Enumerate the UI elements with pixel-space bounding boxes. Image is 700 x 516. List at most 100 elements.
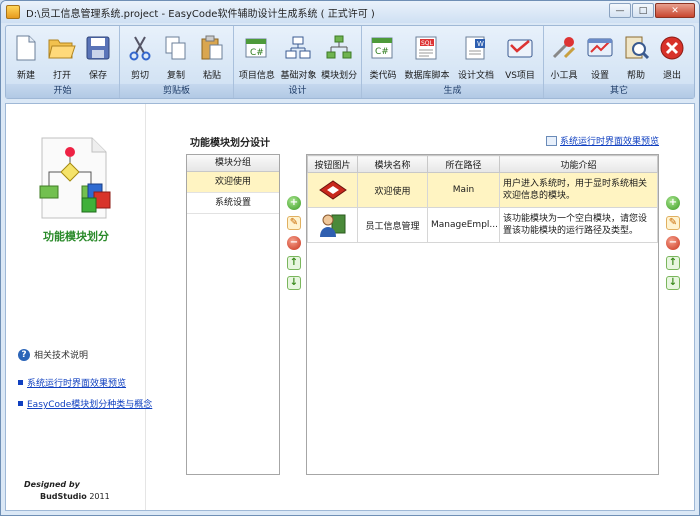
delete-module-button[interactable]: − (666, 236, 680, 250)
preview-runtime-link-label: 系统运行时界面效果预览 (27, 379, 127, 389)
group-label-design: 设计 (234, 84, 361, 98)
cut-button[interactable]: 剪切 (122, 28, 158, 84)
save-label: 保存 (88, 71, 107, 81)
col-header-desc[interactable]: 功能介绍 (499, 155, 658, 173)
open-button[interactable]: 打开 (44, 28, 80, 84)
studio-credit: BudStudio 2011 (40, 492, 110, 501)
preview-runtime-link[interactable]: 系统运行时界面效果预览 (18, 376, 126, 389)
help-button[interactable]: 帮助 (618, 28, 654, 84)
add-module-button[interactable]: + (666, 196, 680, 210)
move-group-down-button[interactable]: ↓ (287, 276, 301, 290)
row-name: 欢迎使用 (357, 172, 428, 208)
module-division-icon (324, 32, 354, 64)
col-header-name[interactable]: 模块名称 (357, 155, 428, 173)
runtime-preview-link[interactable]: 系统运行时界面效果预览 (546, 134, 659, 147)
ribbon-group-generate: C# 类代码 SQL 数据库脚本 W 设计文档 VS项目 生成 (362, 26, 544, 98)
move-module-up-button[interactable]: ↑ (666, 256, 680, 270)
add-group-button[interactable]: + (287, 196, 301, 210)
sql-script-button[interactable]: SQL 数据库脚本 (402, 28, 452, 84)
move-group-up-button[interactable]: ↑ (287, 256, 301, 270)
exit-button[interactable]: 退出 (654, 28, 690, 84)
close-button[interactable]: ✕ (655, 3, 695, 18)
design-doc-button[interactable]: W 设计文档 (452, 28, 500, 84)
table-row[interactable]: 欢迎使用 Main 用户进入系统时，用于显时系统相关欢迎信息的模块。 (307, 172, 658, 208)
open-label: 打开 (52, 71, 71, 81)
exit-icon (657, 32, 687, 64)
col-header-path[interactable]: 所在路径 (427, 155, 500, 173)
maximize-button[interactable]: □ (632, 3, 654, 18)
table-row[interactable]: 员工信息管理 ManageEmpl... 该功能模块为一个空白模块，请您设置该功… (307, 207, 658, 243)
settings-button[interactable]: 设置 (582, 28, 618, 84)
studio-name: BudStudio (40, 492, 87, 501)
move-module-down-button[interactable]: ↓ (666, 276, 680, 290)
new-label: 新建 (16, 71, 35, 81)
group-item-settings[interactable]: 系统设置 (187, 193, 279, 214)
tools-button[interactable]: 小工具 (546, 28, 582, 84)
settings-label: 设置 (590, 71, 609, 81)
help-icon (621, 32, 651, 64)
group-actions: + ✎ − ↑ ↓ (287, 196, 301, 290)
row-desc-text: 用户进入系统时，用于显时系统相关欢迎信息的模块。 (503, 179, 648, 201)
base-object-label: 基础对象 (280, 71, 317, 81)
col-header-icon[interactable]: 按钮图片 (307, 155, 358, 173)
main-content: 功能模块划分 ? 相关技术说明 系统运行时界面效果预览 EasyCode模块划分… (5, 103, 695, 511)
group-label-generate: 生成 (362, 84, 543, 98)
copy-button[interactable]: 复制 (158, 28, 194, 84)
left-pane: 功能模块划分 ? 相关技术说明 系统运行时界面效果预览 EasyCode模块划分… (6, 104, 152, 510)
title-bar: D:\员工信息管理系统.project - EasyCode软件辅助设计生成系统… (1, 1, 699, 23)
section-title: 功能模块划分设计 (190, 138, 270, 149)
ribbon-group-other: 小工具 设置 帮助 退出 其它 (544, 26, 694, 98)
new-button[interactable]: 新建 (8, 28, 44, 84)
vs-project-icon (505, 32, 535, 64)
class-code-label: 类代码 (369, 71, 397, 81)
exit-label: 退出 (662, 71, 681, 81)
module-grid: 按钮图片 模块名称 所在路径 功能介绍 欢迎使用 Main 用户进入系统时，用于… (306, 154, 659, 475)
row-icon-cell (307, 207, 358, 243)
app-window: D:\员工信息管理系统.project - EasyCode软件辅助设计生成系统… (0, 0, 700, 516)
paste-clipboard-icon (197, 32, 227, 64)
project-info-button[interactable]: C# 项目信息 (236, 28, 278, 84)
open-folder-icon (47, 32, 77, 64)
group-item-welcome[interactable]: 欢迎使用 (187, 172, 279, 193)
save-button[interactable]: 保存 (80, 28, 116, 84)
edit-module-button[interactable]: ✎ (666, 216, 680, 230)
module-division-button[interactable]: 模块划分 (319, 28, 359, 84)
design-doc-icon: W (461, 32, 491, 64)
row-path: ManageEmpl... (427, 207, 500, 243)
group-list-header: 模块分组 (187, 155, 279, 172)
preview-window-icon (546, 135, 557, 146)
ribbon-group-clipboard: 剪切 复制 粘贴 剪贴板 (120, 26, 234, 98)
vs-project-button[interactable]: VS项目 (500, 28, 540, 84)
paste-button[interactable]: 粘贴 (194, 28, 230, 84)
group-label-clipboard: 剪贴板 (120, 84, 233, 98)
settings-icon (585, 32, 615, 64)
row-icon-cell (307, 172, 358, 208)
window-controls: — □ ✕ (609, 3, 695, 18)
sql-script-icon: SQL (412, 32, 442, 64)
project-info-label: 项目信息 (238, 71, 275, 81)
base-object-button[interactable]: 基础对象 (278, 28, 320, 84)
sql-script-label: 数据库脚本 (404, 71, 450, 81)
app-logo-icon (6, 5, 20, 19)
delete-group-button[interactable]: − (287, 236, 301, 250)
bullet-icon (18, 401, 23, 406)
design-doc-label: 设计文档 (457, 71, 494, 81)
row-desc-text: 该功能模块为一个空白模块，请您设置该功能模块的运行路径及类型。 (503, 214, 648, 236)
cut-scissors-icon (125, 32, 155, 64)
class-code-button[interactable]: C# 类代码 (364, 28, 402, 84)
group-label-other: 其它 (544, 84, 694, 98)
module-concept-link[interactable]: EasyCode模块划分种类与概念 (18, 397, 152, 410)
module-actions: + ✎ − ↑ ↓ (666, 196, 680, 290)
minimize-button[interactable]: — (609, 3, 631, 18)
paste-label: 粘贴 (202, 71, 221, 81)
module-division-illustration-icon (32, 134, 124, 222)
cut-label: 剪切 (130, 71, 149, 81)
copy-label: 复制 (166, 71, 185, 81)
group-label-start: 开始 (6, 84, 119, 98)
project-info-icon: C# (242, 32, 272, 64)
row-name: 员工信息管理 (357, 207, 428, 243)
runtime-preview-link-label: 系统运行时界面效果预览 (560, 137, 660, 147)
studio-year: 2011 (89, 492, 110, 501)
edit-group-button[interactable]: ✎ (287, 216, 301, 230)
svg-text:W: W (477, 40, 484, 48)
